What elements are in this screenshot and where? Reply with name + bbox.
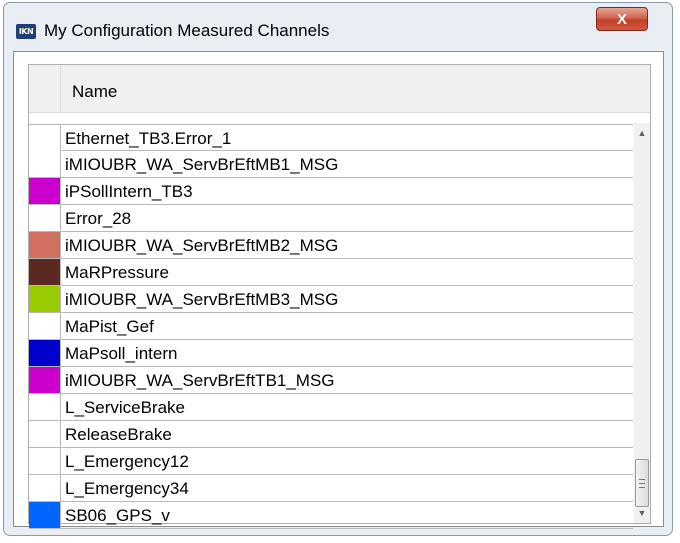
table-row[interactable]: SB06_GPS_v — [29, 502, 633, 529]
table-row[interactable]: Error_28 — [29, 205, 633, 232]
close-button[interactable]: X — [596, 7, 648, 31]
channel-name: iMIOUBR_WA_ServBrEftTB1_MSG — [65, 371, 335, 390]
table-row[interactable]: L_Emergency34 — [29, 475, 633, 502]
channel-name: iMIOUBR_WA_ServBrEftMB1_MSG — [65, 155, 339, 174]
channel-color-swatch[interactable] — [29, 421, 61, 447]
channel-name: L_ServiceBrake — [65, 398, 186, 417]
app-logo-text: IKN — [18, 27, 34, 36]
client-area: Name Ethernet_TB3.Error_1 iMIOUBR_WA_Serv… — [13, 51, 664, 529]
channel-color-swatch[interactable] — [29, 394, 61, 420]
channel-name: iPSollIntern_TB3 — [65, 182, 193, 201]
channel-name: MaPsoll_intern — [65, 344, 178, 363]
table-row[interactable]: L_Emergency12 — [29, 448, 633, 475]
channel-color-swatch[interactable] — [29, 313, 61, 339]
channel-color-swatch[interactable] — [29, 448, 61, 474]
channels-grid: Name Ethernet_TB3.Error_1 iMIOUBR_WA_Serv… — [28, 64, 651, 529]
channel-color-swatch[interactable] — [29, 367, 61, 393]
title-bar[interactable]: IKN My Configuration Measured Channels X — [4, 3, 672, 53]
table-row[interactable]: ReleaseBrake — [29, 421, 633, 448]
table-row[interactable]: iMIOUBR_WA_ServBrEftMB2_MSG — [29, 232, 633, 259]
header-color-column — [29, 65, 61, 112]
dialog-window: IKN My Configuration Measured Channels X… — [3, 2, 673, 536]
window-title: My Configuration Measured Channels — [44, 21, 330, 40]
close-icon: X — [616, 10, 627, 28]
channel-color-swatch[interactable] — [29, 232, 61, 258]
channel-name: MaRPressure — [65, 263, 169, 282]
channel-list: Ethernet_TB3.Error_1 iMIOUBR_WA_ServBrEft… — [29, 124, 633, 529]
channel-name: MaPist_Gef — [65, 317, 154, 336]
channel-color-swatch[interactable] — [29, 340, 61, 366]
vertical-scrollbar[interactable]: ▲ ▼ — [634, 123, 650, 523]
channel-color-swatch[interactable] — [29, 286, 61, 312]
channel-name: L_Emergency34 — [65, 479, 189, 498]
column-header-name[interactable]: Name — [72, 82, 117, 102]
channel-color-swatch[interactable] — [29, 259, 61, 285]
channel-color-swatch[interactable] — [29, 125, 61, 151]
channel-name: Ethernet_TB3.Error_1 — [65, 129, 232, 148]
channel-name: Error_28 — [65, 209, 132, 228]
channel-color-swatch[interactable] — [29, 151, 61, 177]
table-row[interactable]: MaPsoll_intern — [29, 340, 633, 367]
table-row[interactable]: iMIOUBR_WA_ServBrEftTB1_MSG — [29, 367, 633, 394]
table-row[interactable]: iMIOUBR_WA_ServBrEftMB3_MSG — [29, 286, 633, 313]
channel-color-swatch[interactable] — [29, 502, 61, 528]
app-logo-icon: IKN — [16, 24, 36, 39]
channel-color-swatch[interactable] — [29, 205, 61, 231]
channel-name: ReleaseBrake — [65, 425, 172, 444]
scrollbar-thumb[interactable] — [635, 459, 649, 507]
scroll-up-icon[interactable]: ▲ — [634, 125, 650, 141]
channel-name: SB06_GPS_v — [65, 506, 170, 525]
channel-color-swatch[interactable] — [29, 475, 61, 501]
table-row[interactable]: iMIOUBR_WA_ServBrEftMB1_MSG — [29, 151, 633, 178]
table-row[interactable]: MaPist_Gef — [29, 313, 633, 340]
grid-header: Name — [29, 65, 650, 113]
channel-name: L_Emergency12 — [65, 452, 189, 471]
channel-name: iMIOUBR_WA_ServBrEftMB3_MSG — [65, 290, 339, 309]
scroll-down-icon[interactable]: ▼ — [634, 505, 650, 521]
table-row[interactable]: Ethernet_TB3.Error_1 — [29, 124, 633, 151]
table-row[interactable]: iPSollIntern_TB3 — [29, 178, 633, 205]
channel-color-swatch[interactable] — [29, 178, 61, 204]
table-row[interactable]: MaRPressure — [29, 259, 633, 286]
grip-icon — [639, 478, 645, 488]
table-row[interactable]: L_ServiceBrake — [29, 394, 633, 421]
channel-name: iMIOUBR_WA_ServBrEftMB2_MSG — [65, 236, 339, 255]
